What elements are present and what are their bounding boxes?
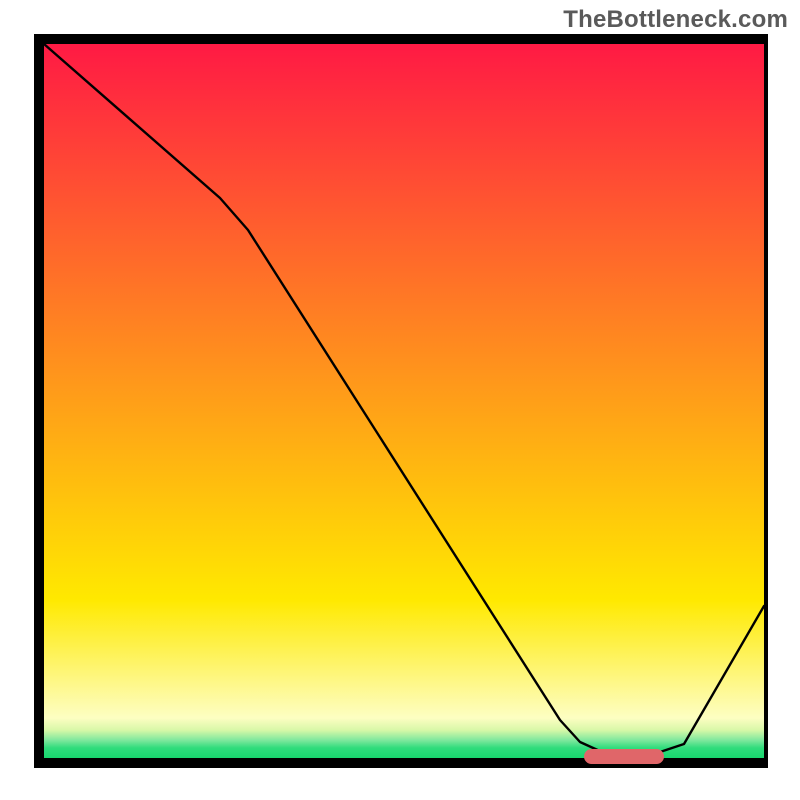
chart-frame: TheBottleneck.com (0, 0, 800, 800)
watermark-text: TheBottleneck.com (563, 6, 788, 34)
optimal-range-marker (584, 749, 664, 764)
bottleneck-curve (0, 0, 800, 800)
